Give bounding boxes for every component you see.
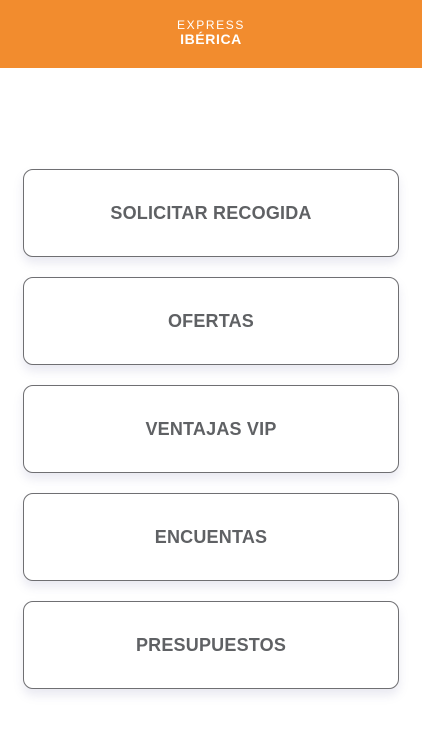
solicitar-recogida-label: SOLICITAR RECOGIDA: [110, 202, 312, 223]
encuentas-button[interactable]: ENCUENTAS: [23, 493, 399, 581]
app-header: EXPRESS IBÉRICA: [0, 0, 422, 68]
presupuestos-button[interactable]: PRESUPUESTOS: [23, 601, 399, 689]
ventajas-vip-button[interactable]: VENTAJAS VIP: [23, 385, 399, 473]
ofertas-label: OFERTAS: [167, 310, 255, 331]
solicitar-recogida-button[interactable]: SOLICITAR RECOGIDA: [23, 169, 399, 257]
encuentas-label: ENCUENTAS: [154, 526, 268, 547]
brand-logo-bottom: IBÉRICA: [180, 30, 242, 47]
brand-logo-top: EXPRESS: [177, 17, 245, 32]
presupuestos-label: PRESUPUESTOS: [135, 634, 287, 655]
main-menu: SOLICITAR RECOGIDA OFERTAS VENTAJAS VIP …: [23, 169, 399, 709]
ofertas-button[interactable]: OFERTAS: [23, 277, 399, 365]
ventajas-vip-label: VENTAJAS VIP: [145, 418, 277, 439]
brand-logo: EXPRESS IBÉRICA: [177, 19, 245, 46]
